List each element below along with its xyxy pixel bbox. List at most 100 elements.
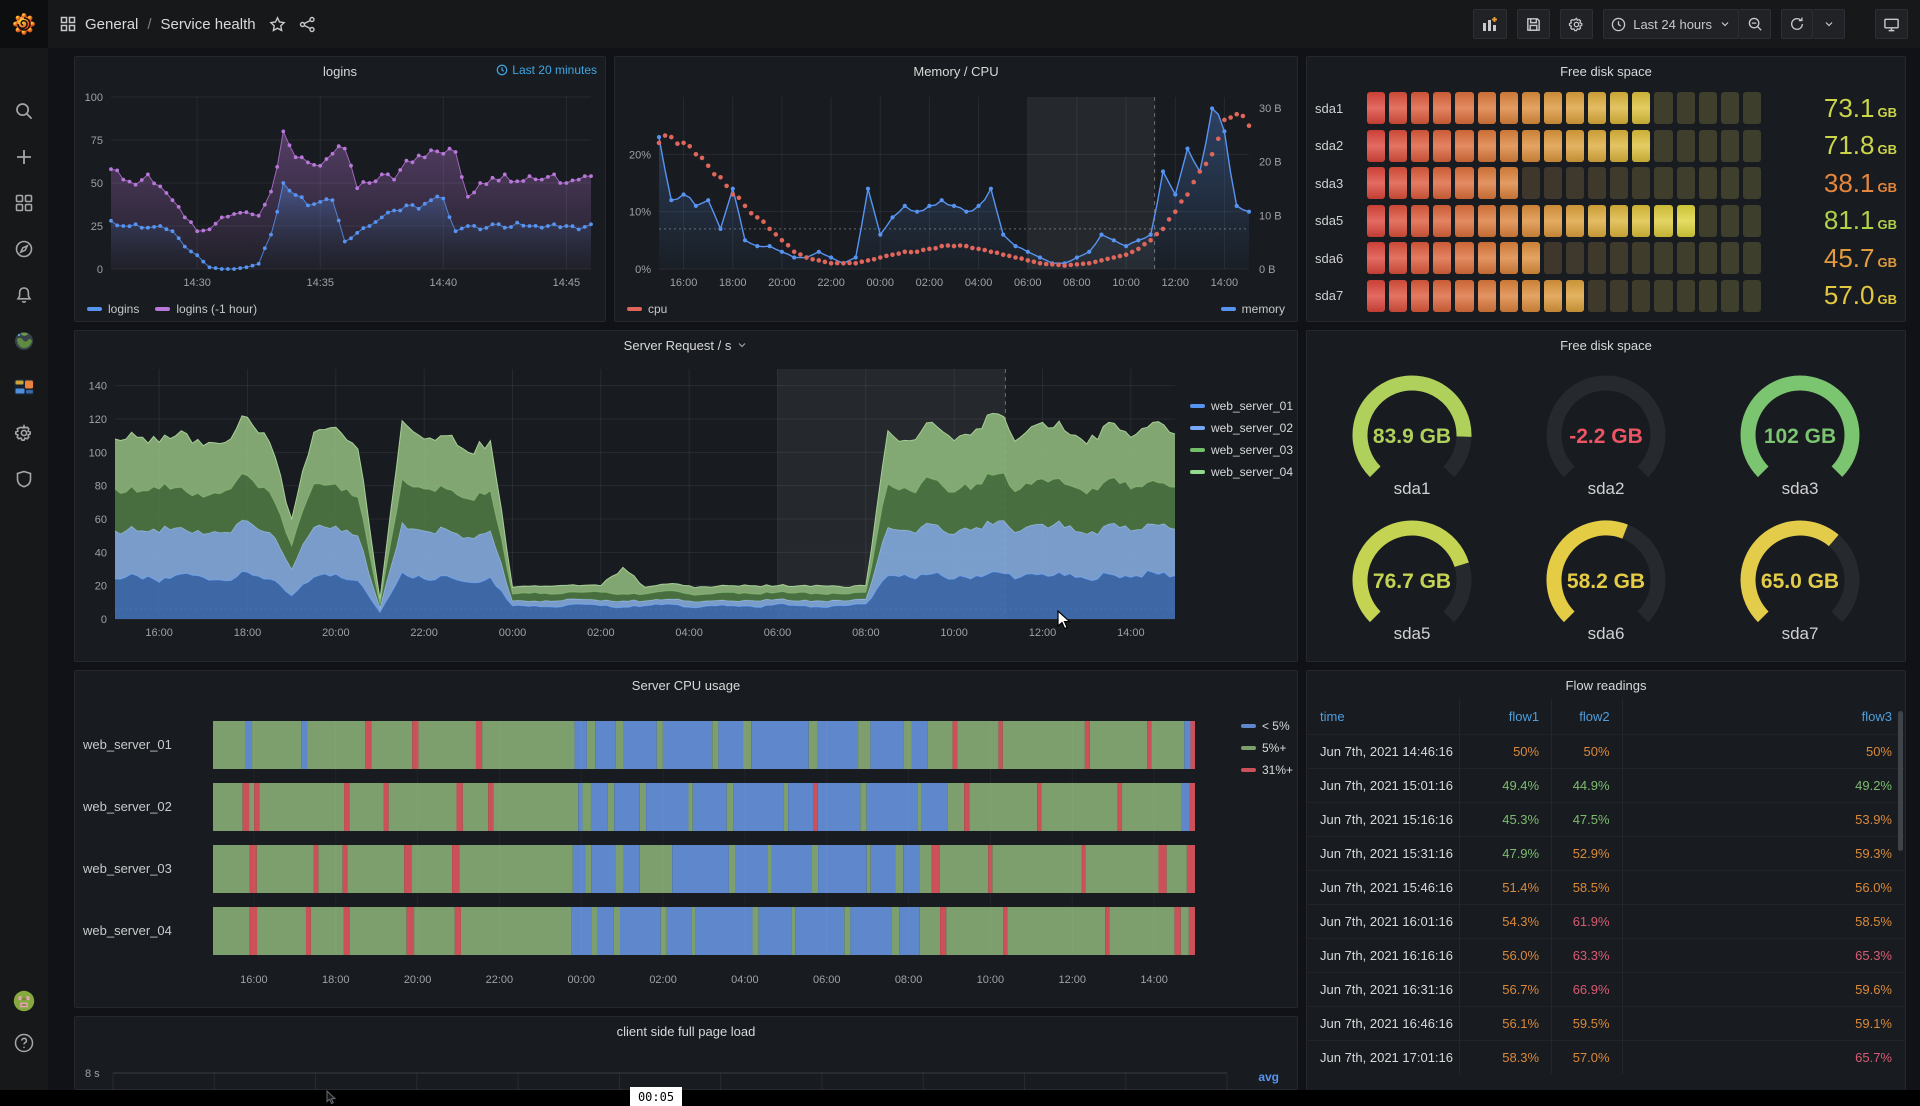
app-plugin-icon[interactable] [13,376,35,398]
disk-bar-cell [1721,280,1739,312]
alerting-bell-icon[interactable] [13,284,35,306]
svg-text:04:00: 04:00 [965,277,993,289]
disk-bar-cell [1677,167,1695,199]
table-scrollbar[interactable] [1898,711,1903,851]
chevron-down-icon[interactable] [736,339,748,351]
disk-bar-cell [1522,242,1540,274]
legend-item[interactable]: logins (-1 hour) [155,302,257,316]
column-header-flow3[interactable]: flow3 [1622,699,1904,735]
panel-header[interactable]: logins Last 20 minutes [75,57,605,85]
disk-label: sda1 [1315,101,1359,116]
svg-text:06:00: 06:00 [1014,277,1042,289]
panel-header[interactable]: Memory / CPU [615,57,1297,85]
user-avatar[interactable] [13,990,35,1012]
svg-text:22:00: 22:00 [486,974,514,986]
cell-value: 53.9% [1622,803,1904,837]
legend-item[interactable]: web_server_04 [1190,465,1293,479]
legend-item[interactable]: < 5% [1241,719,1293,733]
share-icon[interactable] [299,16,316,33]
disk-label: sda3 [1315,176,1359,191]
panel-header[interactable]: Free disk space [1307,331,1905,359]
svg-text:08:00: 08:00 [895,974,923,986]
grafana-logo[interactable] [0,0,48,48]
dashboards-icon[interactable] [13,192,35,214]
legend-right: memory [1221,302,1285,316]
legend-item[interactable]: web_server_01 [1190,399,1293,413]
disk-bar-cell [1654,92,1672,124]
disk-bar-cell [1588,130,1606,162]
page-load-chart: 8 s avg [75,1045,1297,1089]
column-header-flow2[interactable]: flow2 [1552,699,1622,735]
cell-time: Jun 7th, 2021 14:46:16 [1308,735,1459,769]
disk-bar-cell [1367,130,1385,162]
help-icon[interactable] [13,1032,35,1054]
disk-bar-cell [1500,92,1518,124]
world-plugin-icon[interactable] [13,330,35,352]
column-header-flow1[interactable]: flow1 [1459,699,1552,735]
disk-bar-cell [1721,167,1739,199]
disk-bar-cell [1411,130,1429,162]
panel-header[interactable]: Flow readings [1307,671,1905,699]
svg-text:10 B: 10 B [1259,210,1282,222]
disk-bar-cell [1677,280,1695,312]
svg-text:30 B: 30 B [1259,103,1282,115]
disk-bar-cell [1500,205,1518,237]
favorite-star-icon[interactable] [269,16,286,33]
legend-item[interactable]: logins [87,302,139,316]
cell-value: 49.4% [1459,769,1552,803]
save-dashboard-button[interactable] [1517,9,1550,39]
svg-text:14:30: 14:30 [183,277,211,289]
explore-compass-icon[interactable] [13,238,35,260]
legend-item[interactable]: web_server_03 [1190,443,1293,457]
disk-bar-cell [1411,205,1429,237]
cell-value: 47.5% [1552,803,1622,837]
svg-text:avg: avg [1258,1070,1279,1084]
disk-bar-cell [1522,167,1540,199]
disk-label: sda7 [1315,288,1359,303]
disk-bar-track [1367,92,1761,124]
svg-text:8 s: 8 s [85,1068,100,1080]
legend-item[interactable]: 31%+ [1241,763,1293,777]
panel-header[interactable]: Server Request / s [75,331,1297,359]
panel-header[interactable]: Free disk space [1307,57,1905,85]
legend-item[interactable]: memory [1221,302,1285,316]
panel-time-range-link[interactable]: Last 20 minutes [496,63,597,77]
cell-value: 59.5% [1552,1007,1622,1041]
panel-header[interactable]: client side full page load [75,1017,1297,1045]
cycle-view-mode-button[interactable] [1875,9,1908,39]
legend-color-dash [1190,426,1205,430]
refresh-interval-dropdown[interactable] [1813,9,1845,39]
svg-text:16:00: 16:00 [670,277,698,289]
breadcrumb-page[interactable]: Service health [161,16,256,33]
cell-value: 56.0% [1622,871,1904,905]
disk-row: sda645.7GB [1315,241,1897,275]
disk-bar-cell [1677,242,1695,274]
svg-text:06:00: 06:00 [764,627,792,639]
gauge: 76.7 GBsda5 [1315,512,1509,657]
column-header-time[interactable]: time [1308,699,1459,735]
disk-bar-cell [1544,130,1562,162]
disk-bar-cell [1699,130,1717,162]
create-plus-icon[interactable] [13,146,35,168]
configuration-gear-icon[interactable] [13,422,35,444]
cell-value: 54.3% [1459,905,1552,939]
breadcrumb-section[interactable]: General [85,16,138,33]
search-icon[interactable] [13,100,35,122]
video-scrubber-bar[interactable]: 00:05 [0,1090,1920,1106]
panel-header[interactable]: Server CPU usage [75,671,1297,699]
admin-shield-icon[interactable] [13,468,35,490]
clock-icon [496,64,508,76]
legend-item[interactable]: 5%+ [1241,741,1293,755]
time-range-picker[interactable]: Last 24 hours [1603,9,1739,39]
table-row: Jun 7th, 2021 15:16:1645.3%47.5%53.9% [1308,803,1904,837]
gauge-label: sda1 [1394,479,1431,499]
svg-text:100: 100 [89,447,107,459]
refresh-button[interactable] [1781,9,1813,39]
legend-item[interactable]: web_server_02 [1190,421,1293,435]
svg-text:14:00: 14:00 [1117,627,1145,639]
zoom-out-time-button[interactable] [1739,9,1771,39]
add-panel-button[interactable] [1473,9,1507,39]
disk-row: sda173.1GB [1315,91,1897,125]
dashboard-settings-button[interactable] [1560,9,1593,39]
legend-item[interactable]: cpu [627,302,667,316]
